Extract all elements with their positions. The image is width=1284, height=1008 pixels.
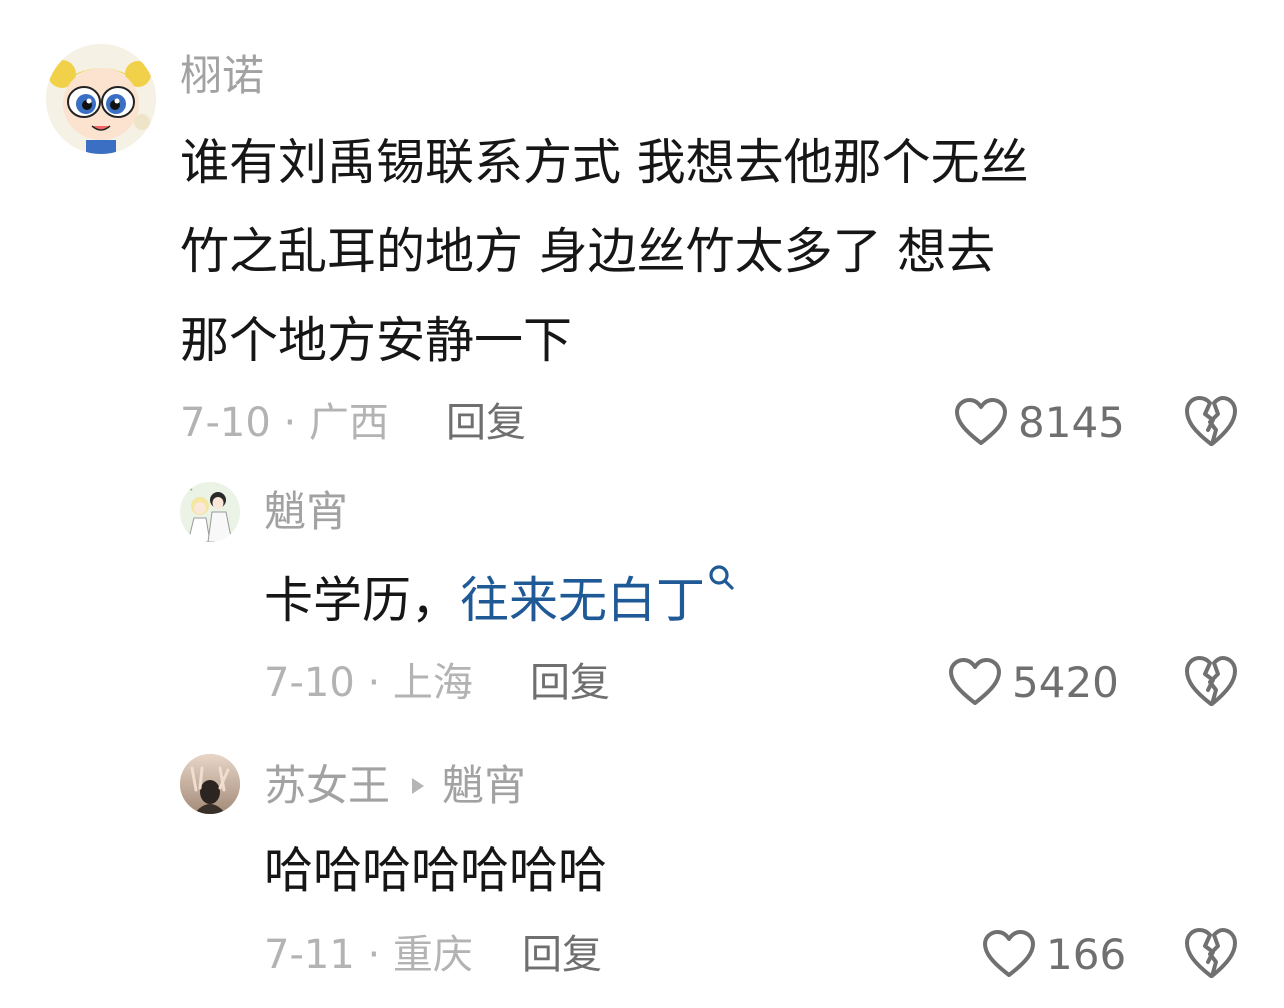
dislike-button[interactable] xyxy=(1184,926,1238,982)
username-label[interactable]: 苏女王 xyxy=(264,761,390,810)
broken-heart-icon xyxy=(1185,656,1237,706)
like-count: 5420 xyxy=(1012,657,1119,707)
anime-couple-avatar-icon xyxy=(180,482,240,542)
heart-icon xyxy=(983,930,1035,977)
avatar[interactable] xyxy=(46,44,156,154)
broken-heart-icon xyxy=(1185,396,1237,446)
powerpuff-bubbles-avatar-icon xyxy=(46,44,156,154)
comment-text: 哈哈哈哈哈哈哈 xyxy=(264,842,608,899)
comment-item: 苏女王 魈宵 哈哈哈哈哈哈哈 7-11 · 重庆 回复 166 xyxy=(0,740,1284,1008)
username: 苏女王 魈宵 xyxy=(264,760,526,812)
reply-button[interactable]: 回复 xyxy=(446,398,526,448)
comment-text-line: 竹之乱耳的地方 身边丝竹太多了 想去 xyxy=(180,223,996,280)
like-button[interactable]: 8145 xyxy=(954,394,1125,450)
avatar[interactable] xyxy=(180,754,240,814)
reply-button[interactable]: 回复 xyxy=(530,658,610,708)
comment-date-location: 7-10 · 广西 xyxy=(180,400,389,446)
reply-arrow-icon xyxy=(412,778,425,794)
like-button[interactable]: 5420 xyxy=(948,654,1119,710)
like-button[interactable]: 166 xyxy=(982,926,1126,982)
comment-text-line: 谁有刘禹锡联系方式 我想去他那个无丝 xyxy=(180,134,1029,191)
username[interactable]: 栩诺 xyxy=(180,50,264,102)
comment-item: 栩诺 谁有刘禹锡联系方式 我想去他那个无丝 竹之乱耳的地方 身边丝竹太多了 想去… xyxy=(0,0,1284,470)
comment-text: 卡学历，往来无白丁 xyxy=(264,556,737,645)
broken-heart-icon xyxy=(1185,928,1237,978)
reply-button[interactable]: 回复 xyxy=(522,930,602,980)
reply-to-username[interactable]: 魈宵 xyxy=(442,761,526,810)
like-count: 166 xyxy=(1046,929,1127,979)
like-count: 8145 xyxy=(1018,397,1125,447)
username[interactable]: 魈宵 xyxy=(264,486,348,538)
avatar[interactable] xyxy=(180,482,240,542)
dislike-button[interactable] xyxy=(1184,394,1238,450)
comment-date-location: 7-10 · 上海 xyxy=(264,660,473,706)
comment-text: 谁有刘禹锡联系方式 我想去他那个无丝 竹之乱耳的地方 身边丝竹太多了 想去 那个… xyxy=(180,118,1029,385)
comment-text-line: 那个地方安静一下 xyxy=(180,312,573,369)
dislike-button[interactable] xyxy=(1184,654,1238,710)
comment-text-plain: 卡学历， xyxy=(264,572,461,629)
search-keyword-link[interactable]: 往来无白丁 xyxy=(460,572,705,629)
search-icon[interactable] xyxy=(707,563,737,593)
heart-icon xyxy=(955,398,1007,445)
comment-date-location: 7-11 · 重庆 xyxy=(264,932,473,978)
comment-item: 魈宵 卡学历，往来无白丁 7-10 · 上海 回复 5420 xyxy=(0,470,1284,740)
person-peace-sign-avatar-icon xyxy=(180,754,240,814)
heart-icon xyxy=(949,658,1001,705)
